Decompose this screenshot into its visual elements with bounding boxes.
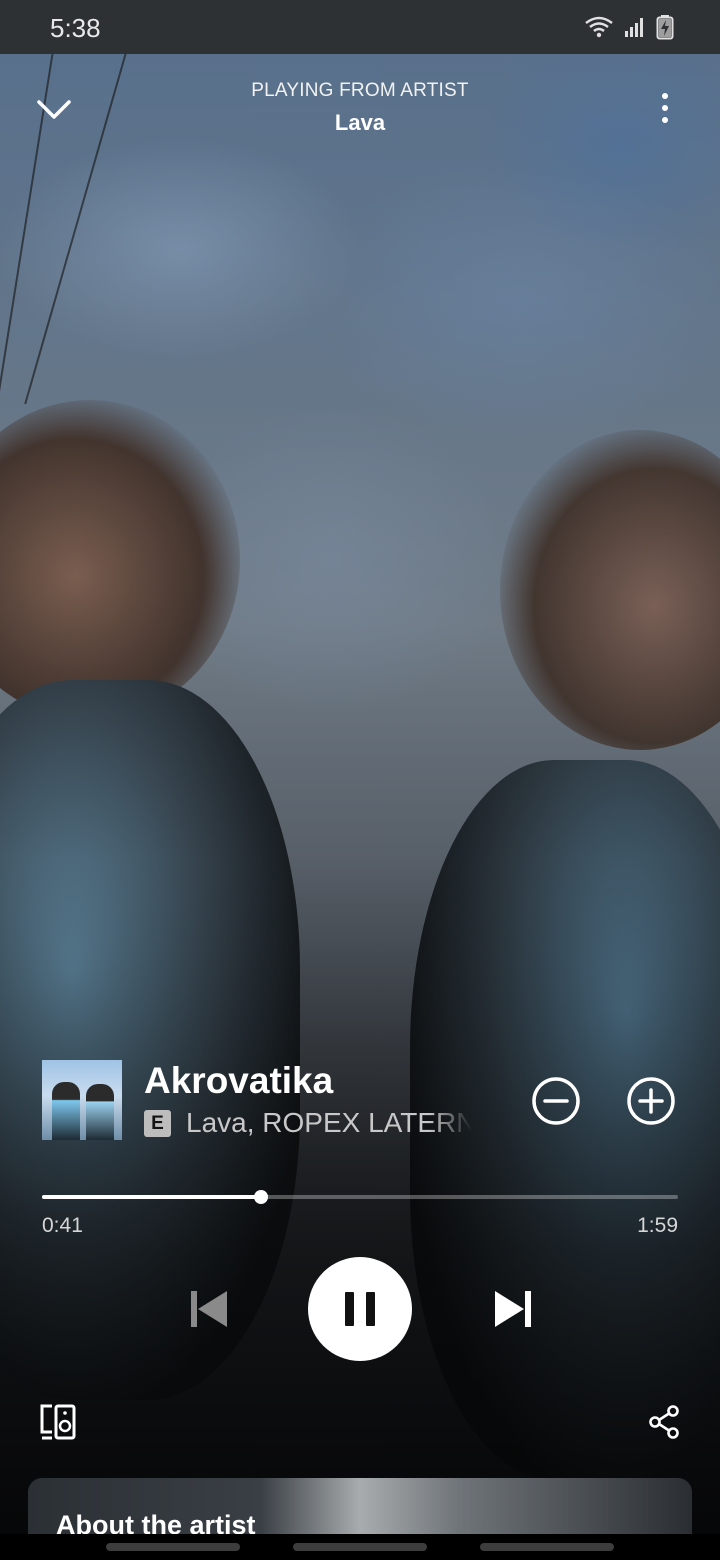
- more-vertical-icon[interactable]: [650, 88, 680, 128]
- player-header: PLAYING FROM ARTIST Lava: [0, 54, 720, 164]
- track-title[interactable]: Akrovatika: [144, 1060, 333, 1102]
- progress-bar[interactable]: [42, 1190, 678, 1204]
- track-info: Akrovatika E Lava, ROPEX LATERNA: [42, 1060, 682, 1142]
- skip-next-icon[interactable]: [490, 1286, 536, 1332]
- cover-figure-right: [86, 1084, 114, 1140]
- pause-button[interactable]: [308, 1257, 412, 1361]
- playing-from-label: PLAYING FROM ARTIST: [251, 80, 469, 101]
- time-elapsed: 0:41: [42, 1214, 83, 1237]
- cover-figure-left: [52, 1082, 80, 1140]
- about-artist-card[interactable]: About the artist: [28, 1478, 692, 1534]
- share-icon[interactable]: [646, 1404, 682, 1440]
- system-nav-bar: [0, 1534, 720, 1560]
- connect-devices-icon[interactable]: [38, 1402, 78, 1442]
- signal-icon: [625, 18, 643, 37]
- time-total: 1:59: [637, 1214, 678, 1237]
- about-artist-label: About the artist: [56, 1510, 256, 1534]
- wifi-icon: [585, 16, 613, 38]
- explicit-badge: E: [144, 1110, 171, 1137]
- nav-recent-handle[interactable]: [106, 1543, 240, 1551]
- minus-circle-icon[interactable]: [530, 1075, 582, 1127]
- progress-fill: [42, 1195, 262, 1199]
- nav-home-handle[interactable]: [293, 1543, 427, 1551]
- playing-from-name[interactable]: Lava: [0, 110, 720, 136]
- progress-knob[interactable]: [254, 1190, 269, 1204]
- track-artists[interactable]: Lava, ROPEX LATERNA: [186, 1107, 472, 1139]
- status-bar: 5:38: [0, 0, 720, 54]
- nav-back-handle[interactable]: [480, 1543, 614, 1551]
- battery-charging-icon: [656, 15, 674, 40]
- pause-icon: [345, 1292, 354, 1326]
- pause-icon-bar: [366, 1292, 375, 1326]
- album-cover[interactable]: [42, 1060, 122, 1140]
- status-time: 5:38: [50, 13, 101, 43]
- plus-circle-icon[interactable]: [625, 1075, 677, 1127]
- skip-previous-icon[interactable]: [186, 1286, 232, 1332]
- status-icons: [584, 14, 674, 40]
